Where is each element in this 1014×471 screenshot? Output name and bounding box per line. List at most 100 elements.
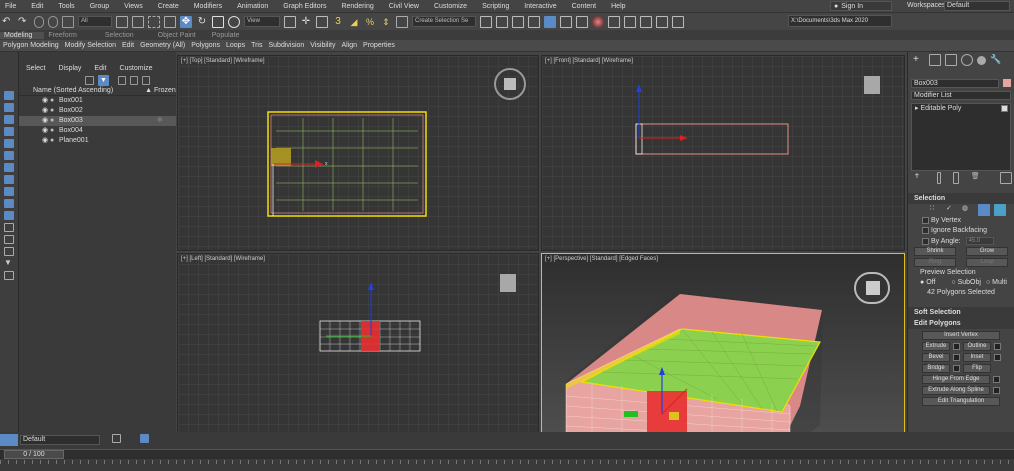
- tab-modeling[interactable]: Modeling: [0, 31, 45, 39]
- border-level-icon[interactable]: ◍: [962, 204, 974, 216]
- expand-icon[interactable]: ▸: [915, 105, 919, 112]
- toggle-ribbon-icon[interactable]: [544, 15, 556, 28]
- a360-gallery-icon[interactable]: [672, 15, 684, 28]
- outline-button[interactable]: Outline: [963, 342, 991, 351]
- viewcube-icon[interactable]: [854, 272, 890, 304]
- bridge-button[interactable]: Bridge: [922, 364, 950, 373]
- percent-snap-icon[interactable]: %: [364, 16, 376, 28]
- filter-icon[interactable]: ▼: [98, 74, 109, 86]
- extrude-spline-settings-icon[interactable]: [993, 387, 1000, 394]
- utilities-tab-icon[interactable]: 🔧: [990, 54, 1002, 66]
- layer-manager-icon[interactable]: [139, 434, 149, 443]
- modifier-list-dropdown[interactable]: Modifier List: [911, 91, 1011, 100]
- rect-selection-icon[interactable]: [148, 15, 160, 28]
- menu-tools[interactable]: Tools: [56, 3, 74, 10]
- window-crossing-icon[interactable]: [164, 15, 176, 28]
- display-icon[interactable]: [4, 115, 14, 124]
- redo-icon[interactable]: ↷: [18, 16, 30, 28]
- menu-group[interactable]: Group: [88, 3, 109, 10]
- properties-icon[interactable]: [4, 271, 14, 280]
- project-path-field[interactable]: X:\Documents\3ds Max 2020: [788, 15, 892, 27]
- soft-selection-rollout-header[interactable]: Soft Selection: [908, 307, 1014, 318]
- viewport-perspective[interactable]: [+] [Perspective] [Standard] [Edged Face…: [541, 253, 905, 447]
- reference-coordinate-dropdown[interactable]: View: [244, 16, 280, 27]
- manipulate-icon[interactable]: ✛: [300, 16, 312, 28]
- list-item[interactable]: ◉ ● Plane001: [19, 136, 176, 146]
- edit-polygons-rollout-header[interactable]: Edit Polygons: [908, 318, 1014, 329]
- menu-rendering[interactable]: Rendering: [339, 3, 373, 10]
- layer-icon[interactable]: [4, 163, 14, 172]
- freeze-icon[interactable]: [4, 175, 14, 184]
- bind-spacewarp-icon[interactable]: [62, 15, 74, 28]
- render-setup-icon[interactable]: [608, 15, 620, 28]
- selection-rollout-header[interactable]: Selection: [908, 193, 1014, 204]
- container-icon[interactable]: [4, 211, 14, 220]
- select-by-name-icon[interactable]: [132, 15, 144, 28]
- freeze-toggle-icon[interactable]: ❄: [157, 116, 163, 126]
- menu-views[interactable]: Views: [122, 3, 143, 10]
- bridge-settings-icon[interactable]: [953, 365, 960, 372]
- tab-selection[interactable]: Selection: [101, 32, 146, 39]
- menu-customize[interactable]: Customize: [432, 3, 467, 10]
- motion-tab-icon[interactable]: [961, 54, 973, 66]
- viewcube-icon[interactable]: [500, 274, 516, 292]
- list-icon[interactable]: [4, 235, 14, 244]
- menu-file[interactable]: File: [3, 3, 16, 10]
- snaps-toggle-icon[interactable]: 3: [332, 16, 344, 28]
- menu-content[interactable]: Content: [570, 3, 597, 10]
- ribbon-geometry-all[interactable]: Geometry (All): [137, 42, 188, 49]
- ribbon-polygon-modeling[interactable]: Polygon Modeling: [0, 42, 62, 49]
- rotate-icon[interactable]: ↻: [196, 16, 208, 28]
- viewport-left[interactable]: [+] [Left] [Standard] [Wireframe]: [177, 253, 539, 447]
- edge-level-icon[interactable]: ✓: [946, 204, 958, 216]
- modify-tab-icon[interactable]: [929, 54, 941, 66]
- layer-view-icon[interactable]: [142, 75, 150, 85]
- extrude-settings-icon[interactable]: [953, 343, 960, 350]
- preview-subobj-radio[interactable]: ○ SubObj: [951, 279, 981, 286]
- current-layer-dropdown[interactable]: Default: [20, 435, 100, 445]
- spinner-snap-icon[interactable]: ⇕: [380, 16, 392, 28]
- time-slider[interactable]: 0 / 100: [0, 449, 1014, 459]
- bevel-settings-icon[interactable]: [953, 354, 960, 361]
- menu-edit[interactable]: Edit: [29, 3, 43, 10]
- ribbon-tris[interactable]: Tris: [248, 42, 265, 49]
- scene-tab-display[interactable]: Display: [58, 65, 81, 72]
- create-icon[interactable]: [4, 103, 14, 112]
- stack-item-toggle[interactable]: [1001, 105, 1008, 112]
- menu-modifiers[interactable]: Modifiers: [192, 3, 222, 10]
- eye-icon[interactable]: ◉: [42, 126, 48, 136]
- toggle-layer-explorer-icon[interactable]: [528, 15, 540, 28]
- ribbon-align[interactable]: Align: [338, 42, 360, 49]
- move-icon[interactable]: ✥: [180, 15, 192, 28]
- ignore-backfacing-checkbox[interactable]: Ignore Backfacing: [908, 226, 1014, 236]
- grow-button[interactable]: Grow: [966, 247, 1008, 256]
- rendered-frame-window-icon[interactable]: [624, 15, 636, 28]
- edit-triangulation-button[interactable]: Edit Triangulation: [922, 397, 1000, 406]
- ribbon-modify-selection[interactable]: Modify Selection: [62, 42, 119, 49]
- angle-spinner[interactable]: 45.0: [965, 237, 994, 245]
- workspace-select[interactable]: Default: [944, 1, 1010, 11]
- hinge-settings-icon[interactable]: [993, 376, 1000, 383]
- hierarchy-view-icon[interactable]: [130, 75, 138, 85]
- menu-civil-view[interactable]: Civil View: [387, 3, 419, 10]
- motion-icon[interactable]: [4, 139, 14, 148]
- hide-icon[interactable]: [4, 187, 14, 196]
- menu-help[interactable]: Help: [609, 3, 625, 10]
- show-end-result-icon[interactable]: [937, 172, 942, 184]
- menu-interactive[interactable]: Interactive: [522, 3, 556, 10]
- ribbon-properties[interactable]: Properties: [360, 42, 398, 49]
- utilities-icon[interactable]: [4, 151, 14, 160]
- named-selection-sets-dropdown[interactable]: Create Selection Se: [412, 16, 476, 27]
- object-name-field[interactable]: Box003: [911, 78, 999, 88]
- select-object-icon[interactable]: [116, 15, 128, 28]
- shrink-button[interactable]: Shrink: [914, 247, 956, 256]
- link-object-icon[interactable]: [4, 199, 14, 208]
- scene-tab-select[interactable]: Select: [26, 65, 45, 72]
- material-editor-icon[interactable]: [592, 15, 604, 28]
- display-tab-icon[interactable]: [977, 55, 986, 65]
- hierarchy-tab-icon[interactable]: [945, 54, 957, 66]
- outline-settings-icon[interactable]: [994, 343, 1001, 350]
- link-icon[interactable]: [34, 15, 44, 28]
- pivot-center-icon[interactable]: [284, 15, 296, 28]
- column-name-header[interactable]: Name (Sorted Ascending): [33, 87, 113, 94]
